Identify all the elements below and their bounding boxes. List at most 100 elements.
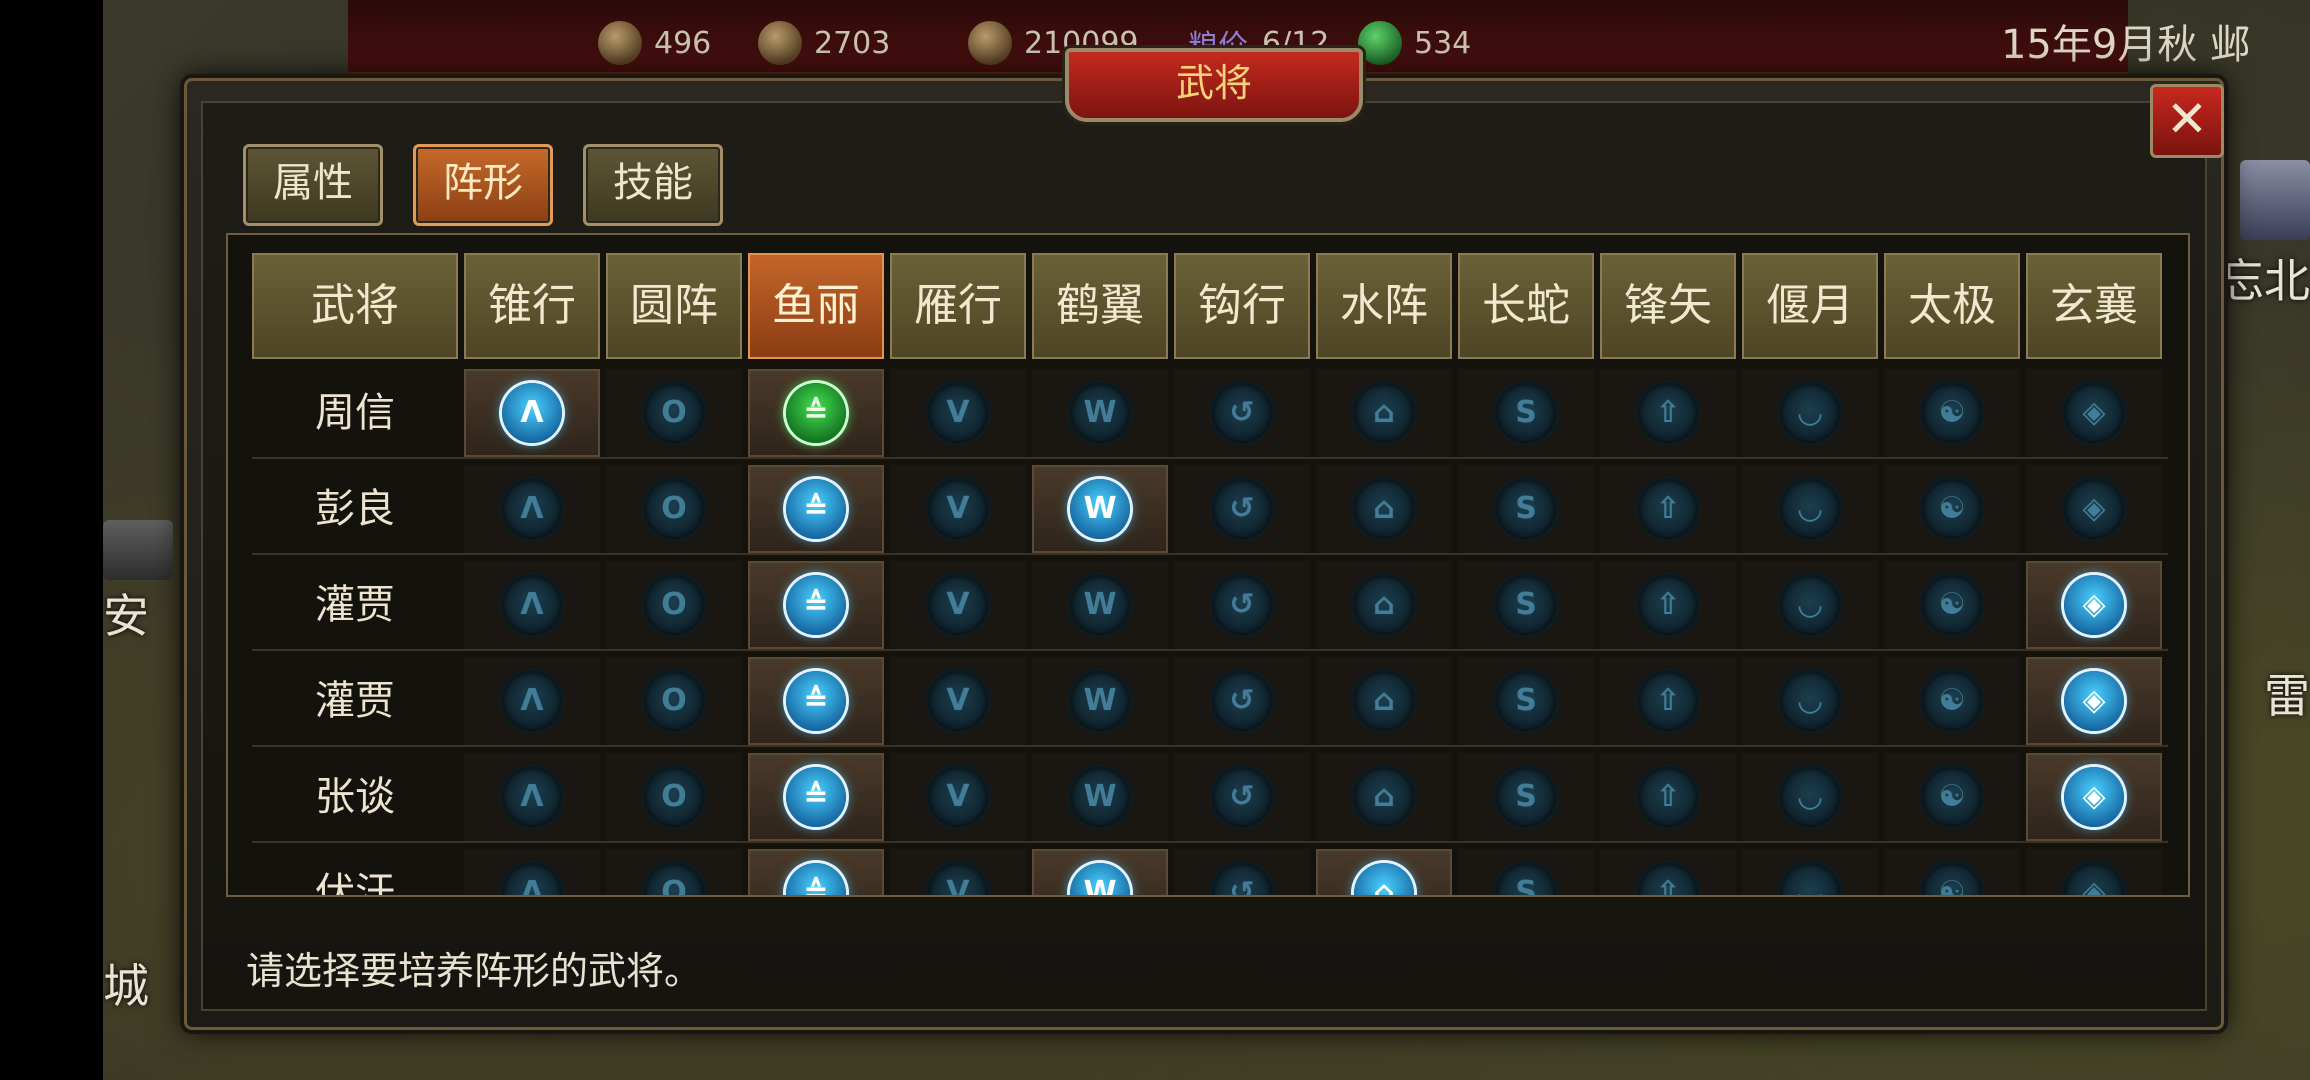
formation-cell[interactable]: O — [606, 561, 742, 649]
formation-cell[interactable]: S — [1458, 657, 1594, 745]
formation-cell[interactable]: W — [1032, 657, 1168, 745]
formation-cell[interactable]: V — [890, 369, 1026, 457]
formation-cell[interactable]: Λ — [464, 753, 600, 841]
formation-cell[interactable]: ↺ — [1174, 369, 1310, 457]
formation-cell[interactable]: ◈ — [2026, 465, 2162, 553]
formation-cell[interactable]: ≙ — [748, 369, 884, 457]
formation-cell[interactable]: W — [1032, 369, 1168, 457]
formation-cell[interactable]: ≙ — [748, 657, 884, 745]
formation-cell[interactable]: ◡ — [1742, 753, 1878, 841]
column-header-formation[interactable]: 圆阵 — [606, 253, 742, 359]
game-date: 15年9月秋 邺 — [2000, 22, 2250, 68]
formation-cell[interactable]: W — [1032, 561, 1168, 649]
formation-cell[interactable]: ☯ — [1884, 657, 2020, 745]
formation-cell[interactable]: ◡ — [1742, 561, 1878, 649]
formation-cell[interactable]: ⇧ — [1600, 369, 1736, 457]
castle-icon[interactable] — [2240, 160, 2310, 240]
column-header-formation[interactable]: 水阵 — [1316, 253, 1452, 359]
column-header-formation[interactable]: 鱼丽 — [748, 253, 884, 359]
general-row[interactable]: 灌贾 Λ O ≙ V W ↺ ⌂ S ⇧ ◡ ☯ ◈ — [252, 561, 2168, 651]
formation-cell[interactable]: ◡ — [1742, 849, 1878, 895]
formation-cell[interactable]: ⌂ — [1316, 369, 1452, 457]
formation-cell[interactable]: O — [606, 849, 742, 895]
crane-formation-icon: W — [1070, 671, 1130, 731]
formation-cell[interactable]: ⇧ — [1600, 465, 1736, 553]
general-row[interactable]: 彭良 Λ O ≙ V W ↺ ⌂ S ⇧ ◡ ☯ ◈ — [252, 465, 2168, 555]
formation-cell[interactable]: Λ — [464, 561, 600, 649]
formation-cell[interactable]: S — [1458, 561, 1594, 649]
column-header-formation[interactable]: 太极 — [1884, 253, 2020, 359]
formation-cell[interactable]: ↺ — [1174, 561, 1310, 649]
close-button[interactable]: ✕ — [2150, 84, 2224, 158]
formation-cell[interactable]: ◈ — [2026, 561, 2162, 649]
formation-cell[interactable]: ◡ — [1742, 657, 1878, 745]
column-header-formation[interactable]: 偃月 — [1742, 253, 1878, 359]
column-header-formation[interactable]: 锥行 — [464, 253, 600, 359]
column-header-formation[interactable]: 雁行 — [890, 253, 1026, 359]
formation-cell[interactable]: ↺ — [1174, 465, 1310, 553]
tab-attributes[interactable]: 属性 — [243, 144, 383, 226]
formation-cell[interactable]: ⇧ — [1600, 561, 1736, 649]
formation-cell[interactable]: ☯ — [1884, 849, 2020, 895]
castle-icon[interactable] — [103, 520, 173, 580]
formation-cell[interactable]: ◈ — [2026, 657, 2162, 745]
formation-cell[interactable]: ≙ — [748, 465, 884, 553]
formation-cell[interactable]: ◡ — [1742, 369, 1878, 457]
hook-formation-icon: ↺ — [1212, 671, 1272, 731]
formation-cell[interactable]: Λ — [464, 849, 600, 895]
general-row[interactable]: 周信 Λ O ≙ V W ↺ ⌂ S ⇧ ◡ ☯ ◈ — [252, 369, 2168, 459]
formation-cell[interactable]: S — [1458, 369, 1594, 457]
formation-cell[interactable]: W — [1032, 753, 1168, 841]
column-header-formation[interactable]: 长蛇 — [1458, 253, 1594, 359]
formation-cell[interactable]: O — [606, 465, 742, 553]
formation-cell[interactable]: S — [1458, 465, 1594, 553]
formation-cell[interactable]: ☯ — [1884, 753, 2020, 841]
formation-cell[interactable]: V — [890, 561, 1026, 649]
tab-formation[interactable]: 阵形 — [413, 144, 553, 226]
tab-skills[interactable]: 技能 — [583, 144, 723, 226]
formation-cell[interactable]: V — [890, 465, 1026, 553]
column-header-formation[interactable]: 钩行 — [1174, 253, 1310, 359]
formation-cell[interactable]: W — [1032, 849, 1168, 895]
general-row[interactable]: 伏汗 Λ O ≙ V W ↺ ⌂ S ⇧ ◡ ☯ ◈ — [252, 849, 2168, 895]
formation-cell[interactable]: O — [606, 369, 742, 457]
formation-cell[interactable]: ↺ — [1174, 657, 1310, 745]
formation-cell[interactable]: ↺ — [1174, 753, 1310, 841]
formation-cell[interactable]: V — [890, 657, 1026, 745]
formation-cell[interactable]: ⇧ — [1600, 657, 1736, 745]
formation-cell[interactable]: ◈ — [2026, 849, 2162, 895]
formation-cell[interactable]: ☯ — [1884, 561, 2020, 649]
formation-cell[interactable]: ◈ — [2026, 369, 2162, 457]
general-row[interactable]: 灌贾 Λ O ≙ V W ↺ ⌂ S ⇧ ◡ ☯ ◈ — [252, 657, 2168, 747]
formation-cell[interactable]: O — [606, 753, 742, 841]
formation-cell[interactable]: ≙ — [748, 849, 884, 895]
formation-cell[interactable]: ⇧ — [1600, 849, 1736, 895]
formation-cell[interactable]: ⌂ — [1316, 465, 1452, 553]
column-header-formation[interactable]: 锋矢 — [1600, 253, 1736, 359]
formation-cell[interactable]: V — [890, 849, 1026, 895]
formation-cell[interactable]: ⌂ — [1316, 657, 1452, 745]
formation-cell[interactable]: V — [890, 753, 1026, 841]
general-row[interactable]: 张谈 Λ O ≙ V W ↺ ⌂ S ⇧ ◡ ☯ ◈ — [252, 753, 2168, 843]
formation-cell[interactable]: ≙ — [748, 753, 884, 841]
formation-cell[interactable]: ≙ — [748, 561, 884, 649]
formation-cell[interactable]: ☯ — [1884, 465, 2020, 553]
arrow-formation-icon: ⇧ — [1638, 863, 1698, 895]
formation-cell[interactable]: Λ — [464, 465, 600, 553]
formation-cell[interactable]: ⌂ — [1316, 849, 1452, 895]
formation-cell[interactable]: ☯ — [1884, 369, 2020, 457]
formation-cell[interactable]: ◡ — [1742, 465, 1878, 553]
formation-cell[interactable]: ↺ — [1174, 849, 1310, 895]
formation-cell[interactable]: ⇧ — [1600, 753, 1736, 841]
formation-cell[interactable]: ⌂ — [1316, 561, 1452, 649]
formation-cell[interactable]: Λ — [464, 657, 600, 745]
formation-cell[interactable]: ◈ — [2026, 753, 2162, 841]
formation-cell[interactable]: O — [606, 657, 742, 745]
column-header-formation[interactable]: 鹤翼 — [1032, 253, 1168, 359]
formation-cell[interactable]: S — [1458, 849, 1594, 895]
formation-cell[interactable]: Λ — [464, 369, 600, 457]
column-header-formation[interactable]: 玄襄 — [2026, 253, 2162, 359]
formation-cell[interactable]: S — [1458, 753, 1594, 841]
formation-cell[interactable]: ⌂ — [1316, 753, 1452, 841]
formation-cell[interactable]: W — [1032, 465, 1168, 553]
